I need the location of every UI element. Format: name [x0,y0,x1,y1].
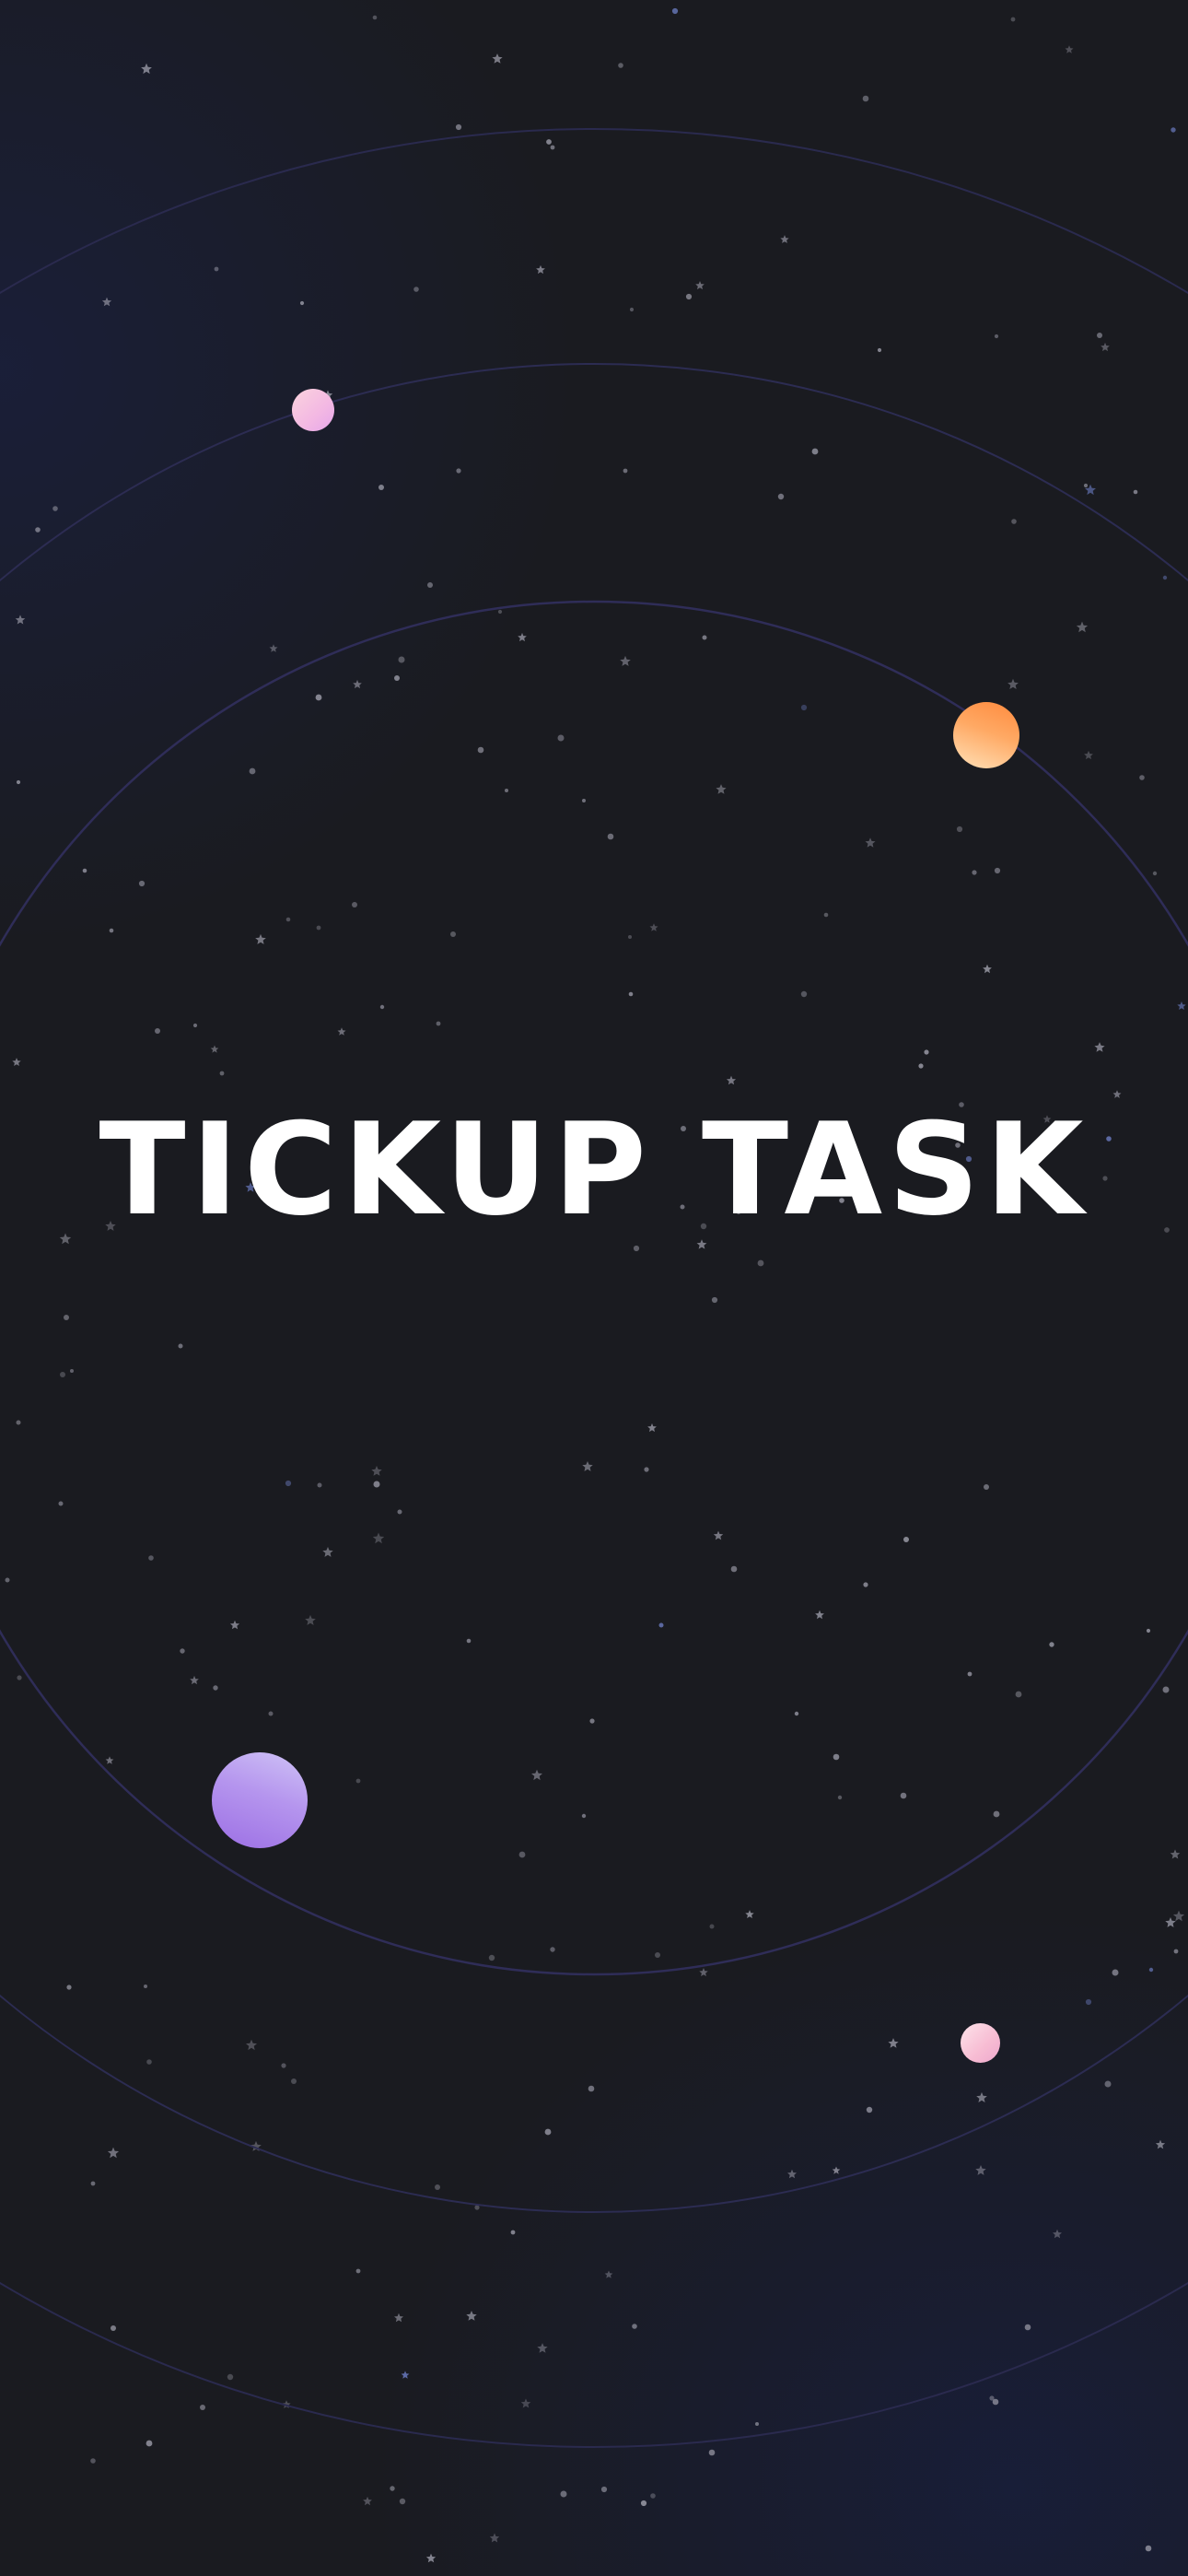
pink-planet-icon [292,389,334,431]
splash-screen: TICKUP TASK [0,0,1188,2576]
orange-planet-icon [953,702,1019,768]
app-title: TICKUP TASK [99,1095,1089,1244]
orbit-ring-middle [0,363,1188,2213]
orbit-ring-outer [0,128,1188,2448]
orbit-rings [0,128,1188,2448]
purple-planet-icon [212,1752,308,1848]
orbit-ring-inner [0,600,1188,1976]
pink-planet-icon [961,2023,1000,2063]
